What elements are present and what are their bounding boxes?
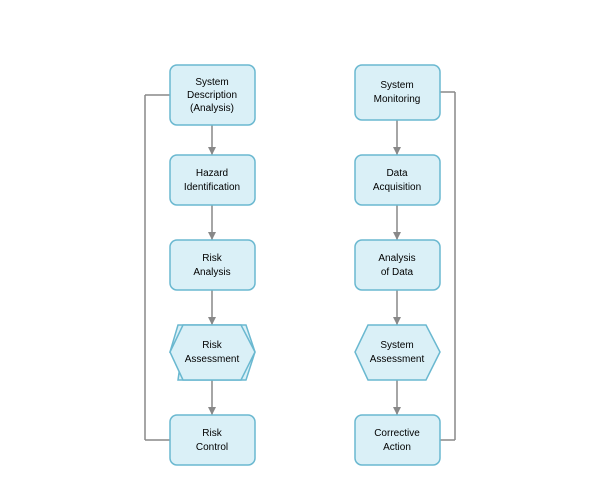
- svg-text:Risk: Risk: [202, 253, 222, 264]
- svg-text:Risk: Risk: [202, 428, 222, 439]
- svg-text:Monitoring: Monitoring: [374, 94, 421, 105]
- svg-text:Analysis: Analysis: [378, 253, 415, 264]
- svg-text:Analysis: Analysis: [193, 267, 230, 278]
- svg-text:(Analysis): (Analysis): [190, 103, 234, 114]
- svg-text:System: System: [380, 340, 413, 351]
- svg-text:System: System: [195, 77, 228, 88]
- svg-text:Control: Control: [196, 442, 228, 453]
- flowchart: System Description (Analysis) Hazard Ide…: [0, 0, 600, 500]
- connectors-svg: System Description (Analysis) Hazard Ide…: [0, 0, 600, 500]
- svg-text:Acquisition: Acquisition: [373, 182, 421, 193]
- svg-text:System: System: [380, 80, 413, 91]
- svg-text:Corrective: Corrective: [374, 428, 420, 439]
- svg-text:Hazard: Hazard: [196, 168, 228, 179]
- svg-text:Assessment: Assessment: [370, 354, 425, 365]
- svg-text:Risk: Risk: [202, 340, 222, 351]
- svg-text:of Data: of Data: [381, 267, 414, 278]
- svg-text:Description: Description: [187, 90, 237, 101]
- svg-text:Action: Action: [383, 442, 411, 453]
- svg-text:Assessment: Assessment: [185, 354, 240, 365]
- svg-text:Data: Data: [386, 168, 408, 179]
- svg-text:Identification: Identification: [184, 182, 240, 193]
